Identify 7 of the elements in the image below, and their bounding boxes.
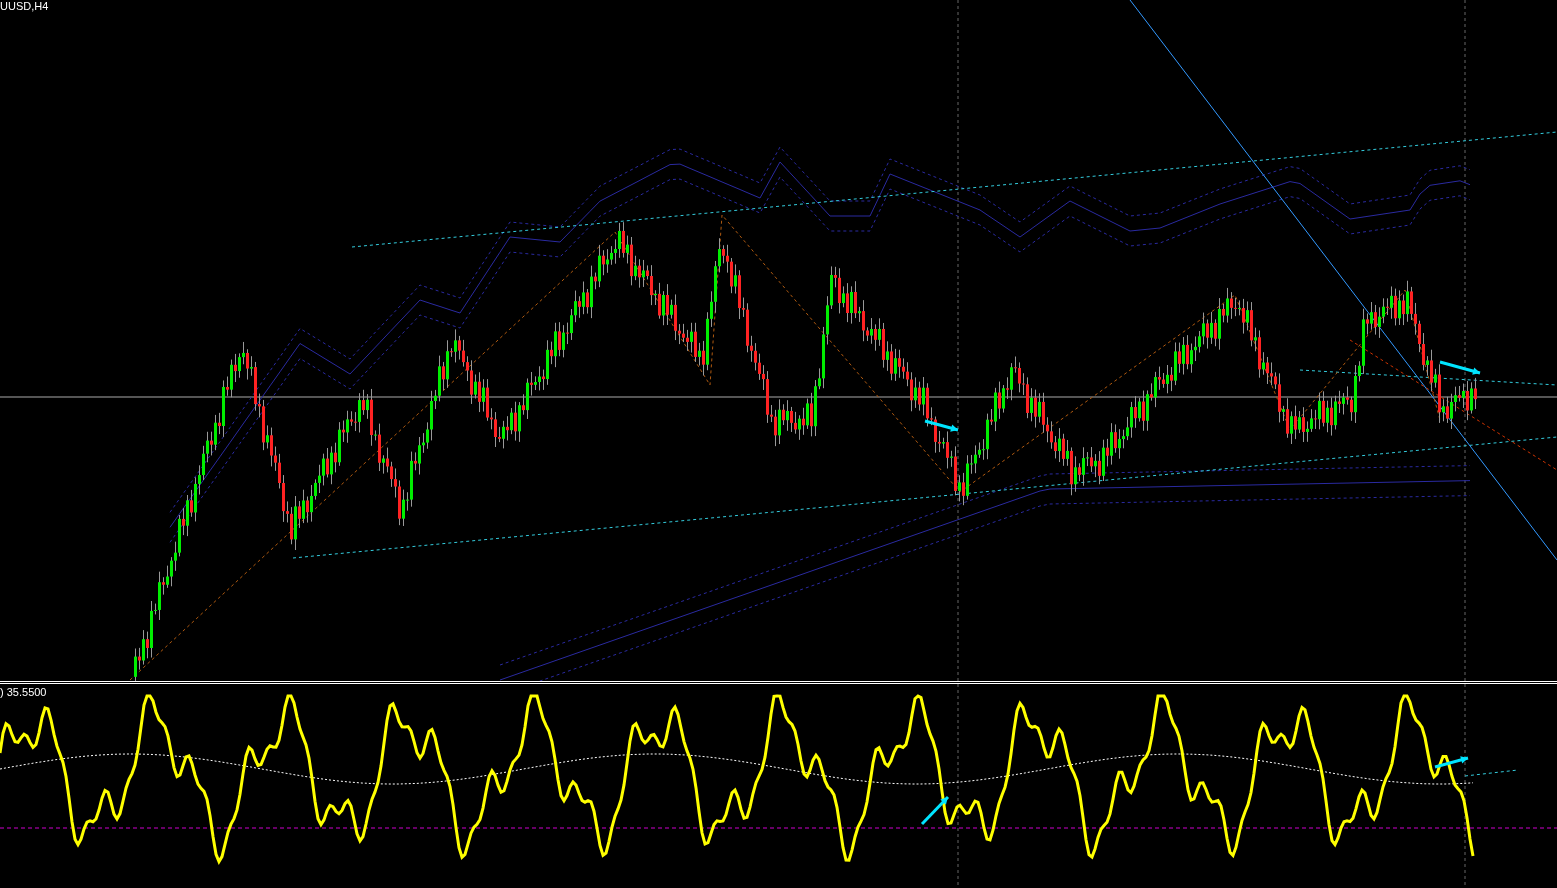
chart-title: UUSD,H4 (0, 0, 49, 12)
arrow-icon (1434, 756, 1469, 769)
arrow-icon (920, 795, 950, 826)
trend-line (1464, 769, 1519, 777)
arrow-icon (1439, 360, 1481, 375)
arrow-icon (924, 419, 959, 432)
indicator-value: ) 35.5500 (0, 686, 47, 698)
